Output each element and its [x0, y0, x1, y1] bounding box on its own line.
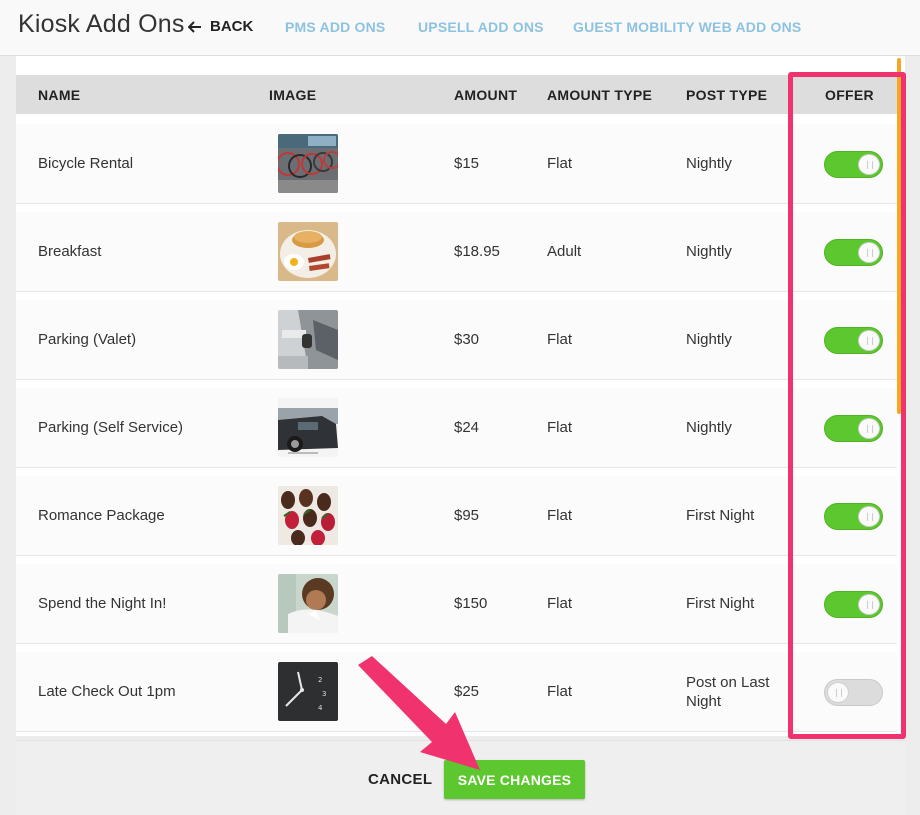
- addon-amount: $25: [454, 683, 480, 700]
- addon-name: Parking (Valet): [38, 331, 137, 348]
- bicycles-photo: [278, 134, 338, 193]
- toggle-knob: [858, 418, 880, 439]
- addon-amount: $24: [454, 419, 480, 436]
- addon-post-type: First Night: [686, 595, 755, 612]
- offer-toggle[interactable]: [824, 591, 883, 618]
- addon-post-type: Nightly: [686, 155, 732, 172]
- scrollbar[interactable]: [897, 58, 901, 414]
- toggle-knob: [827, 682, 849, 703]
- addon-name: Parking (Self Service): [38, 419, 184, 436]
- page-header: Kiosk Add Ons BACK PMS ADD ONS UPSELL AD…: [0, 0, 920, 56]
- column-header-name: NAME: [38, 87, 81, 103]
- addon-amount: $150: [454, 595, 488, 612]
- addon-post-type: First Night: [686, 507, 755, 524]
- clock-photo: 2 3 4: [278, 662, 338, 721]
- table-row: Late Check Out 1pm 2 3 4 $25 Flat Post o…: [16, 652, 897, 732]
- svg-text:2: 2: [318, 676, 322, 684]
- column-header-image: IMAGE: [269, 87, 317, 103]
- addon-amount-type: Flat: [547, 595, 573, 612]
- addon-post-type: Nightly: [686, 331, 732, 348]
- table-header: NAME IMAGE AMOUNT AMOUNT TYPE POST TYPE …: [16, 75, 897, 114]
- addon-amount: $95: [454, 507, 480, 524]
- svg-text:4: 4: [318, 704, 323, 712]
- addon-amount-type: Flat: [547, 683, 573, 700]
- offer-toggle[interactable]: [824, 239, 883, 266]
- offer-toggle[interactable]: [824, 679, 883, 706]
- addon-name: Romance Package: [38, 507, 165, 524]
- table-row: Parking (Valet) $30 Flat Nightly: [16, 300, 897, 380]
- svg-text:3: 3: [322, 690, 326, 698]
- table-row: Parking (Self Service) $24 Flat Nightly: [16, 388, 897, 468]
- column-header-amount: AMOUNT: [454, 87, 518, 103]
- addon-name: Spend the Night In!: [38, 595, 167, 612]
- table-row: Breakfast $18.95 Adult Nightly: [16, 212, 897, 292]
- offer-toggle[interactable]: [824, 503, 883, 530]
- offer-toggle[interactable]: [824, 415, 883, 442]
- offer-toggle[interactable]: [824, 151, 883, 178]
- addon-amount: $30: [454, 331, 480, 348]
- cancel-button[interactable]: CANCEL: [368, 771, 432, 788]
- column-header-amount-type: AMOUNT TYPE: [547, 87, 653, 103]
- table-row: Spend the Night In! $150 Flat First Nigh…: [16, 564, 897, 644]
- page-title: Kiosk Add Ons: [18, 10, 185, 38]
- addon-name: Bicycle Rental: [38, 155, 134, 172]
- save-changes-button[interactable]: SAVE CHANGES: [444, 760, 585, 799]
- tab-pms-add-ons[interactable]: PMS ADD ONS: [285, 19, 385, 35]
- chocolate-strawberries-photo: [278, 486, 338, 545]
- valet-photo: [278, 310, 338, 369]
- column-header-offer: OFFER: [825, 87, 874, 103]
- table-row: Romance Package $95 Flat First Night: [16, 476, 897, 556]
- addon-amount-type: Flat: [547, 331, 573, 348]
- addon-amount-type: Flat: [547, 507, 573, 524]
- toggle-knob: [858, 506, 880, 527]
- addon-amount: $18.95: [454, 243, 500, 260]
- back-button[interactable]: BACK: [188, 18, 253, 35]
- toggle-knob: [858, 242, 880, 263]
- arrow-left-icon: [188, 20, 201, 33]
- breakfast-photo: [278, 222, 338, 281]
- tab-upsell-add-ons[interactable]: UPSELL ADD ONS: [418, 19, 544, 35]
- column-header-post-type: POST TYPE: [686, 87, 768, 103]
- addon-amount-type: Flat: [547, 419, 573, 436]
- addon-amount: $15: [454, 155, 480, 172]
- addon-name: Late Check Out 1pm: [38, 683, 176, 700]
- woman-in-bed-photo: [278, 574, 338, 633]
- addon-amount-type: Flat: [547, 155, 573, 172]
- toggle-knob: [858, 594, 880, 615]
- toggle-knob: [858, 154, 880, 175]
- offer-toggle[interactable]: [824, 327, 883, 354]
- addon-post-type: Post on Last Night: [686, 674, 770, 710]
- addon-name: Breakfast: [38, 243, 102, 260]
- back-label: BACK: [210, 18, 254, 35]
- parked-cars-photo: [278, 398, 338, 457]
- addon-post-type: Nightly: [686, 243, 732, 260]
- addon-post-type: Nightly: [686, 419, 732, 436]
- toggle-knob: [858, 330, 880, 351]
- table-row: Bicycle Rental $15 Flat Nightly: [16, 124, 897, 204]
- addon-amount-type: Adult: [547, 243, 582, 260]
- tab-guest-mobility-web-add-ons[interactable]: GUEST MOBILITY WEB ADD ONS: [573, 19, 801, 35]
